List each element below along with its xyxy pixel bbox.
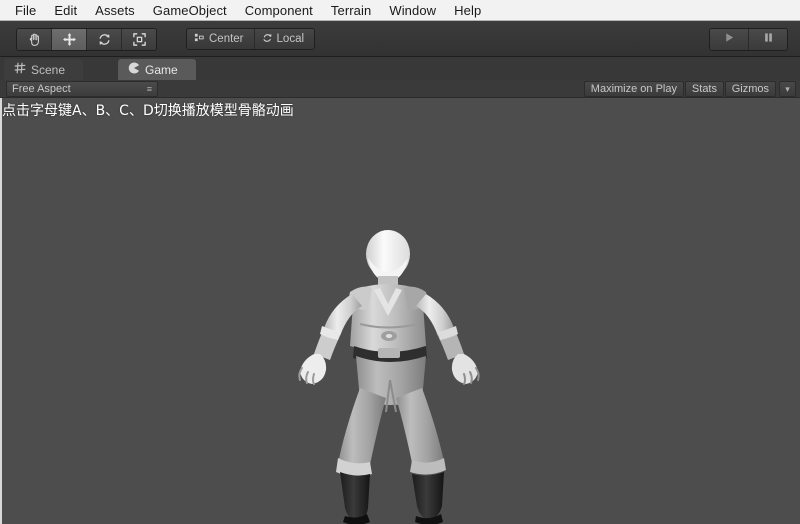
- rotate-icon: [97, 32, 112, 47]
- game-viewport[interactable]: 点击字母键A、B、C、D切换播放模型骨骼动画: [0, 98, 800, 524]
- menu-item-file[interactable]: File: [6, 2, 45, 19]
- pivot-local-button[interactable]: Local: [254, 29, 315, 49]
- gizmos-button[interactable]: Gizmos: [724, 81, 776, 97]
- scene-grid-icon: [14, 62, 26, 77]
- pause-icon: [762, 31, 775, 49]
- move-tool-button[interactable]: [52, 29, 87, 50]
- pivot-center-label: Center: [209, 33, 244, 45]
- pivot-local-label: Local: [276, 33, 305, 45]
- unity-editor-window: File Edit Assets GameObject Component Te…: [0, 0, 800, 524]
- stats-button[interactable]: Stats: [684, 81, 724, 97]
- pause-button[interactable]: [749, 29, 787, 50]
- menu-item-edit[interactable]: Edit: [45, 2, 86, 19]
- play-button[interactable]: [710, 29, 749, 50]
- pivot-local-icon: [262, 32, 273, 46]
- menu-item-gameobject[interactable]: GameObject: [144, 2, 236, 19]
- scale-icon: [132, 32, 147, 47]
- playback-tool-group: [709, 28, 788, 51]
- character-model-svg: [298, 230, 480, 524]
- character-model: [282, 228, 498, 524]
- main-toolbar: Center Local: [0, 21, 800, 57]
- menu-item-terrain[interactable]: Terrain: [322, 2, 380, 19]
- tab-scene[interactable]: Scene: [4, 59, 84, 80]
- move-icon: [62, 32, 77, 47]
- menu-item-window[interactable]: Window: [380, 2, 445, 19]
- viewport-left-edge-strip: [0, 98, 2, 524]
- onscreen-hint-text: 点击字母键A、B、C、D切换播放模型骨骼动画: [2, 103, 294, 119]
- hand-icon: [27, 32, 42, 47]
- game-pacman-icon: [128, 62, 140, 77]
- gizmos-dropdown-button[interactable]: ▾: [779, 81, 796, 97]
- aspect-ratio-dropdown[interactable]: Free Aspect ≡: [6, 81, 158, 97]
- pivot-tool-group: Center Local: [186, 28, 316, 50]
- pivot-center-button[interactable]: Center: [187, 29, 255, 49]
- aspect-ratio-arrow-icon: ≡: [146, 84, 152, 94]
- transform-tool-group: [16, 28, 157, 51]
- tab-game-label: Game: [145, 62, 178, 77]
- pivot-center-icon: [194, 32, 205, 46]
- play-icon: [723, 31, 736, 49]
- game-view-toolbar: Free Aspect ≡ Maximize on Play Stats Giz…: [0, 80, 800, 98]
- aspect-ratio-label: Free Aspect: [12, 83, 71, 95]
- menu-item-help[interactable]: Help: [445, 2, 490, 19]
- menu-bar: File Edit Assets GameObject Component Te…: [0, 0, 800, 21]
- maximize-on-play-button[interactable]: Maximize on Play: [583, 81, 684, 97]
- menu-item-component[interactable]: Component: [236, 2, 322, 19]
- chevron-down-icon: ▾: [785, 83, 790, 94]
- tab-scene-label: Scene: [31, 62, 66, 77]
- rotate-tool-button[interactable]: [87, 29, 122, 50]
- hand-tool-button[interactable]: [17, 29, 52, 50]
- scale-tool-button[interactable]: [122, 29, 156, 50]
- menu-item-assets[interactable]: Assets: [86, 2, 144, 19]
- tab-game[interactable]: Game: [118, 59, 196, 80]
- panel-tab-strip: Scene Game: [0, 57, 800, 80]
